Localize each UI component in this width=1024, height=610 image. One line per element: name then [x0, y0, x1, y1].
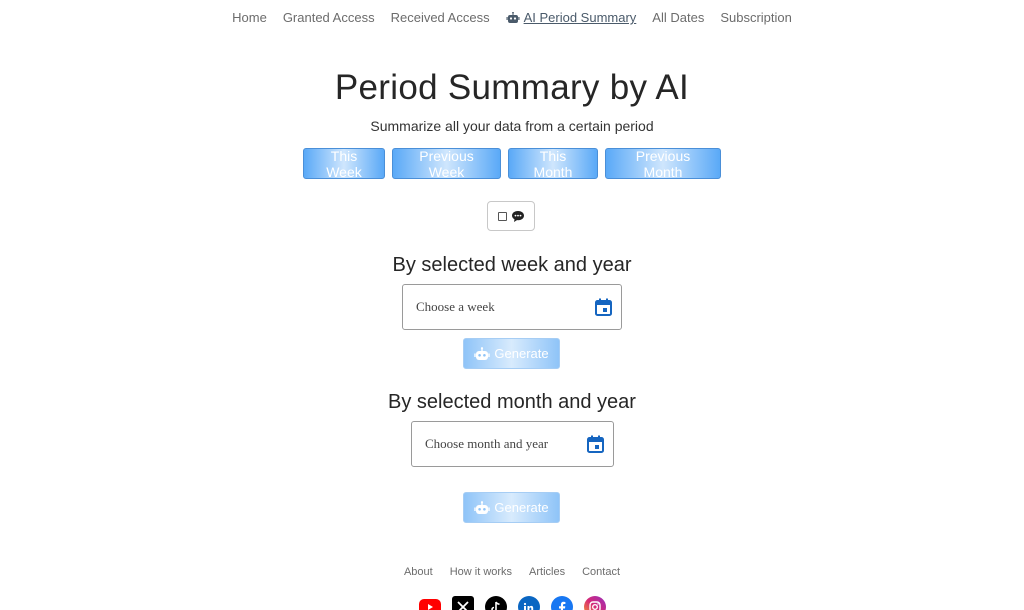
x-icon[interactable] — [451, 596, 474, 610]
previous-week-button[interactable]: Previous Week — [392, 148, 501, 180]
chat-checkbox[interactable] — [497, 211, 507, 221]
previous-month-button[interactable]: Previous Month — [605, 148, 721, 180]
youtube-icon[interactable] — [418, 599, 441, 610]
nav-ai-period-summary[interactable]: AI Period Summary — [498, 6, 645, 29]
footer-link-about[interactable]: About — [404, 566, 433, 578]
nav-granted-access-label: Granted Access — [282, 10, 375, 25]
month-picker-placeholder: Choose month and year — [425, 436, 549, 451]
linkedin-icon[interactable] — [517, 596, 540, 610]
page-title: Period Summary by AI — [334, 68, 690, 107]
footer-link-contact[interactable]: Contact — [582, 566, 620, 578]
nav-subscription-label: Subscription — [720, 10, 792, 25]
calendar-icon[interactable] — [587, 435, 604, 457]
nav-ai-period-summary-label: AI Period Summary — [523, 10, 637, 25]
instagram-icon[interactable] — [583, 596, 606, 610]
tiktok-icon[interactable] — [484, 596, 507, 610]
period-button-group: This Week Previous Week This Month Previ… — [0, 148, 1024, 180]
month-picker-input[interactable]: Choose month and year — [411, 421, 614, 467]
speech-bubble-icon — [511, 210, 525, 223]
nav-home-label: Home — [232, 10, 267, 25]
generate-month-button[interactable]: Generate — [463, 492, 560, 523]
this-month-button[interactable]: This Month — [508, 148, 598, 180]
top-nav: Home Granted Access Received Access AI P… — [0, 6, 1024, 29]
page-subtitle: Summarize all your data from a certain p… — [370, 118, 654, 134]
robot-icon — [474, 346, 491, 361]
footer-links: About How it works Articles Contact — [0, 566, 1024, 578]
chat-toggle[interactable] — [487, 201, 535, 231]
nav-granted-access[interactable]: Granted Access — [275, 6, 383, 29]
week-picker-placeholder: Choose a week — [416, 299, 495, 314]
robot-icon — [506, 11, 520, 24]
page: Home Granted Access Received Access AI P… — [0, 0, 1024, 610]
generate-week-label: Generate — [494, 346, 549, 361]
nav-subscription[interactable]: Subscription — [712, 6, 800, 29]
nav-home[interactable]: Home — [224, 6, 275, 29]
generate-week-button[interactable]: Generate — [463, 338, 560, 369]
robot-icon — [474, 500, 491, 515]
month-section-heading: By selected month and year — [388, 391, 636, 413]
facebook-icon[interactable] — [550, 596, 573, 610]
footer-link-articles[interactable]: Articles — [529, 566, 565, 578]
social-links — [0, 596, 1024, 610]
week-section-heading: By selected week and year — [392, 254, 632, 276]
week-picker-input[interactable]: Choose a week — [402, 284, 622, 330]
footer-link-how-it-works[interactable]: How it works — [450, 566, 512, 578]
nav-received-access-label: Received Access — [390, 10, 490, 25]
this-week-button[interactable]: This Week — [303, 148, 385, 180]
nav-received-access[interactable]: Received Access — [383, 6, 498, 29]
calendar-icon[interactable] — [595, 298, 612, 320]
generate-month-label: Generate — [494, 500, 549, 515]
nav-all-dates[interactable]: All Dates — [644, 6, 712, 29]
nav-all-dates-label: All Dates — [652, 10, 705, 25]
